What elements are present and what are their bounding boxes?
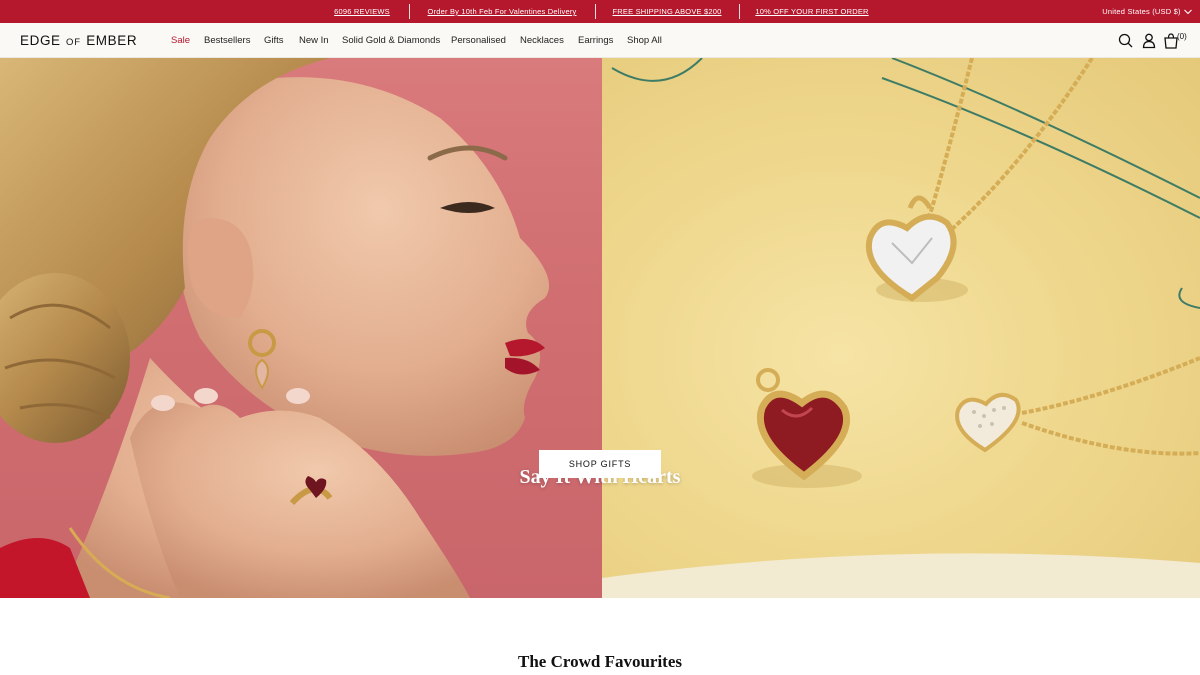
- region-label: United States (USD $): [1102, 7, 1181, 16]
- logo-text-of: OF: [66, 37, 81, 48]
- heart-pendants-illustration: [602, 58, 1200, 598]
- logo-text-ember: EMBER: [86, 33, 138, 48]
- first-order-discount-link[interactable]: 10% OFF YOUR FIRST ORDER: [755, 0, 868, 23]
- section-title: The Crowd Favourites: [517, 652, 682, 671]
- logo-text-edge: EDGE: [20, 33, 61, 48]
- announcement-divider: [595, 4, 596, 19]
- hero-banner[interactable]: Say It With Hearts: [0, 58, 1200, 598]
- cart-count: (0): [1177, 32, 1187, 41]
- brand-logo[interactable]: EDGE OF EMBER: [20, 23, 137, 58]
- nav-item-solid-gold-diamonds[interactable]: Solid Gold & Diamonds: [342, 23, 440, 58]
- account-icon: [1142, 33, 1156, 49]
- hero-image-left: [0, 58, 602, 598]
- model-portrait-illustration: [0, 58, 550, 598]
- region-currency-selector[interactable]: United States (USD $): [1102, 0, 1192, 23]
- nav-item-bestsellers[interactable]: Bestsellers: [204, 23, 250, 58]
- hero-image-right: [602, 58, 1200, 598]
- announcement-divider: [739, 4, 740, 19]
- nav-item-shop-all[interactable]: Shop All: [627, 23, 662, 58]
- announcement-divider: [409, 4, 410, 19]
- nav-item-earrings[interactable]: Earrings: [578, 23, 613, 58]
- nav-item-new-in[interactable]: New In: [299, 23, 329, 58]
- nav-item-necklaces[interactable]: Necklaces: [520, 23, 564, 58]
- free-shipping-link[interactable]: FREE SHIPPING ABOVE $200: [612, 0, 721, 23]
- shop-gifts-button[interactable]: SHOP GIFTS: [539, 450, 661, 478]
- valentines-delivery-link[interactable]: Order By 10th Feb For Valentines Deliver…: [428, 0, 577, 23]
- search-button[interactable]: [1117, 32, 1135, 50]
- chevron-down-icon: [1184, 9, 1192, 15]
- nav-item-personalised[interactable]: Personalised: [451, 23, 506, 58]
- announcement-bar: 6096 REVIEWS Order By 10th Feb For Valen…: [0, 0, 1200, 23]
- site-header: EDGE OF EMBER Sale Bestsellers Gifts New…: [0, 23, 1200, 58]
- account-button[interactable]: [1140, 32, 1158, 50]
- nav-item-sale[interactable]: Sale: [171, 23, 190, 58]
- search-icon: [1118, 33, 1133, 48]
- reviews-link[interactable]: 6096 REVIEWS: [334, 0, 390, 23]
- nav-item-gifts[interactable]: Gifts: [264, 23, 284, 58]
